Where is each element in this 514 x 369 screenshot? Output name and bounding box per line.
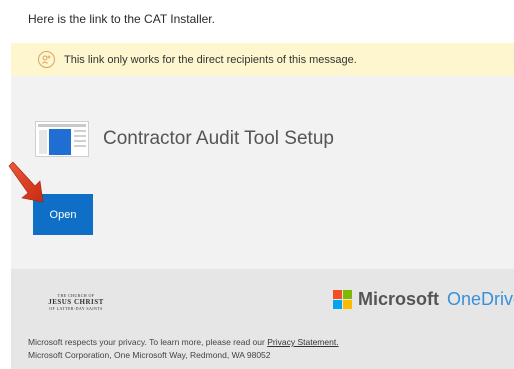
recipient-notice-banner: This link only works for the direct reci… [11,43,514,76]
church-logo: THE CHURCH OF JESUS CHRIST OF LATTER-DAY… [48,293,104,311]
onedrive-wordmark: OneDrive [447,289,514,309]
microsoft-onedrive-logo: Microsoft OneDrive [333,289,514,310]
email-body: Here is the link to the CAT Installer. T… [0,0,514,369]
intro-text: Here is the link to the CAT Installer. [28,12,215,26]
shared-file-row: Contractor Audit Tool Setup [35,121,334,157]
corporate-address: Microsoft Corporation, One Microsoft Way… [28,350,271,360]
footer: THE CHURCH OF JESUS CHRIST OF LATTER-DAY… [11,269,514,369]
link-restricted-icon [38,51,55,68]
red-arrow-icon [8,161,44,203]
file-name: Contractor Audit Tool Setup [103,128,334,149]
microsoft-wordmark: Microsoft [358,289,439,309]
document-thumbnail-icon [35,121,89,157]
privacy-statement-link[interactable]: Privacy Statement. [267,337,338,347]
microsoft-logo-icon [333,290,352,309]
notice-text: This link only works for the direct reci… [64,53,357,66]
onedrive-share-card: This link only works for the direct reci… [8,43,514,369]
privacy-notice: Microsoft respects your privacy. To lear… [28,337,339,360]
